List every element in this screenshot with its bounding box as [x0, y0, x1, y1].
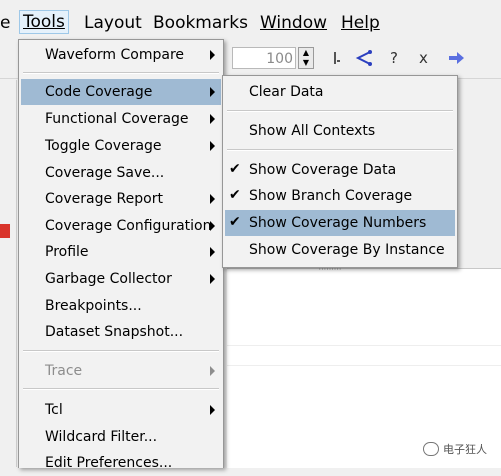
- menu-item-label: Waveform Compare: [45, 47, 185, 63]
- checkmark-icon: ✔: [229, 187, 241, 203]
- menu-item-garbage-collector[interactable]: Garbage Collector: [21, 266, 221, 292]
- menu-tools-label: Tools: [23, 12, 65, 32]
- menubar: e Tools Layout Bookmarks Window Help: [0, 0, 501, 44]
- work-pane: [227, 268, 501, 468]
- submenu-arrow-icon: [210, 274, 215, 284]
- menu-item-label: Show Coverage Numbers: [249, 215, 427, 231]
- status-red-icon: [0, 224, 10, 238]
- menu-item-coverage-save[interactable]: Coverage Save...: [21, 160, 221, 186]
- menu-item-label: Clear Data: [249, 84, 324, 100]
- watermark: 电子狂人: [423, 441, 487, 457]
- menu-item-label: Garbage Collector: [45, 271, 172, 287]
- submenu-arrow-icon: [210, 194, 215, 204]
- menu-separator: [23, 72, 219, 74]
- menu-item-label: Coverage Configuration: [45, 218, 212, 234]
- find-transition-icon[interactable]: ?: [386, 48, 406, 68]
- menu-item-label: Coverage Save...: [45, 165, 165, 181]
- menu-item-wildcard-filter[interactable]: Wildcard Filter...: [21, 424, 221, 450]
- left-panel-strip: [0, 80, 17, 467]
- tools-menu: Waveform Compare Code Coverage Functiona…: [18, 39, 224, 471]
- menu-item-label: Show Branch Coverage: [249, 188, 413, 204]
- menu-item-tcl[interactable]: Tcl: [21, 397, 221, 423]
- find-x-icon[interactable]: x: [416, 48, 436, 68]
- menu-separator: [23, 350, 219, 352]
- submenu-arrow-icon: [210, 87, 215, 97]
- menu-item-show-coverage-numbers[interactable]: ✔ Show Coverage Numbers: [225, 210, 455, 236]
- watermark-text: 电子狂人: [443, 443, 487, 456]
- work-row: [227, 327, 501, 346]
- menu-item-coverage-report[interactable]: Coverage Report: [21, 186, 221, 212]
- svg-text:?: ?: [390, 49, 398, 67]
- menu-window-label: Window: [260, 13, 328, 33]
- zoom-field[interactable]: 100: [232, 47, 296, 69]
- menu-item-label: Tcl: [45, 402, 63, 418]
- submenu-arrow-icon: [210, 114, 215, 124]
- zoom-spinner[interactable]: ▲ ▼: [298, 47, 314, 69]
- menu-item-label: Edit Preferences...: [45, 455, 173, 471]
- menu-item-label: Show Coverage Data: [249, 162, 397, 178]
- menu-item-show-coverage-data[interactable]: ✔ Show Coverage Data: [225, 157, 455, 183]
- menu-item-breakpoints[interactable]: Breakpoints...: [21, 293, 221, 319]
- menu-item-waveform-compare[interactable]: Waveform Compare: [21, 42, 221, 68]
- menu-separator: [227, 110, 453, 112]
- menu-item-label: Show All Contexts: [249, 123, 376, 139]
- submenu-arrow-icon: [210, 50, 215, 60]
- menu-item-label: Wildcard Filter...: [45, 429, 158, 445]
- menu-item-show-coverage-by-instance[interactable]: Show Coverage By Instance: [225, 237, 455, 263]
- menu-item-show-all-contexts[interactable]: Show All Contexts: [225, 118, 455, 144]
- pane-splitter[interactable]: ·········: [300, 266, 360, 274]
- menu-item-coverage-configuration[interactable]: Coverage Configuration: [21, 213, 221, 239]
- menu-item-label: Code Coverage: [45, 84, 153, 100]
- menu-item-label: Functional Coverage: [45, 111, 189, 127]
- menu-item-profile[interactable]: Profile: [21, 239, 221, 265]
- menu-item-show-branch-coverage[interactable]: ✔ Show Branch Coverage: [225, 183, 455, 209]
- menu-item-edit-preferences[interactable]: Edit Preferences...: [21, 450, 221, 476]
- menu-item-label: Coverage Report: [45, 191, 163, 207]
- menu-item-toggle-coverage[interactable]: Toggle Coverage: [21, 133, 221, 159]
- menu-item-label: Dataset Snapshot...: [45, 324, 184, 340]
- menu-item-label: Breakpoints...: [45, 298, 142, 314]
- menu-item-label: Show Coverage By Instance: [249, 242, 445, 258]
- menu-item-code-coverage[interactable]: Code Coverage: [21, 79, 221, 105]
- checkmark-icon: ✔: [229, 214, 241, 230]
- menu-bookmarks[interactable]: Bookmarks: [153, 12, 248, 34]
- menu-window[interactable]: Window: [260, 12, 327, 34]
- checkmark-icon: ✔: [229, 161, 241, 177]
- menu-item-dataset-snapshot[interactable]: Dataset Snapshot...: [21, 319, 221, 345]
- menu-tools[interactable]: Tools: [19, 10, 69, 34]
- submenu-arrow-icon: [210, 366, 215, 376]
- cursor-icon[interactable]: [326, 48, 346, 68]
- submenu-arrow-icon: [210, 221, 215, 231]
- menu-separator: [23, 388, 219, 390]
- code-coverage-submenu: Clear Data Show All Contexts ✔ Show Cover…: [222, 75, 458, 268]
- menu-layout[interactable]: Layout: [84, 12, 142, 34]
- menu-separator: [227, 149, 453, 151]
- menu-item-clear-data[interactable]: Clear Data: [225, 79, 455, 105]
- menu-edit-partial[interactable]: e: [0, 12, 10, 34]
- menu-item-label: Toggle Coverage: [45, 138, 162, 154]
- wechat-icon: [423, 442, 439, 456]
- menu-item-trace: Trace: [21, 358, 221, 384]
- menu-item-functional-coverage[interactable]: Functional Coverage: [21, 106, 221, 132]
- submenu-arrow-icon: [210, 247, 215, 257]
- submenu-arrow-icon: [210, 141, 215, 151]
- menu-help[interactable]: Help: [341, 12, 380, 34]
- next-arrow-icon[interactable]: [446, 48, 466, 68]
- svg-text:x: x: [419, 49, 428, 67]
- menu-item-label: Profile: [45, 244, 89, 260]
- work-row: [227, 347, 501, 366]
- menu-help-label: Help: [341, 13, 380, 33]
- menu-item-label: Trace: [45, 363, 83, 379]
- prev-edge-icon[interactable]: [354, 48, 374, 68]
- submenu-arrow-icon: [210, 405, 215, 415]
